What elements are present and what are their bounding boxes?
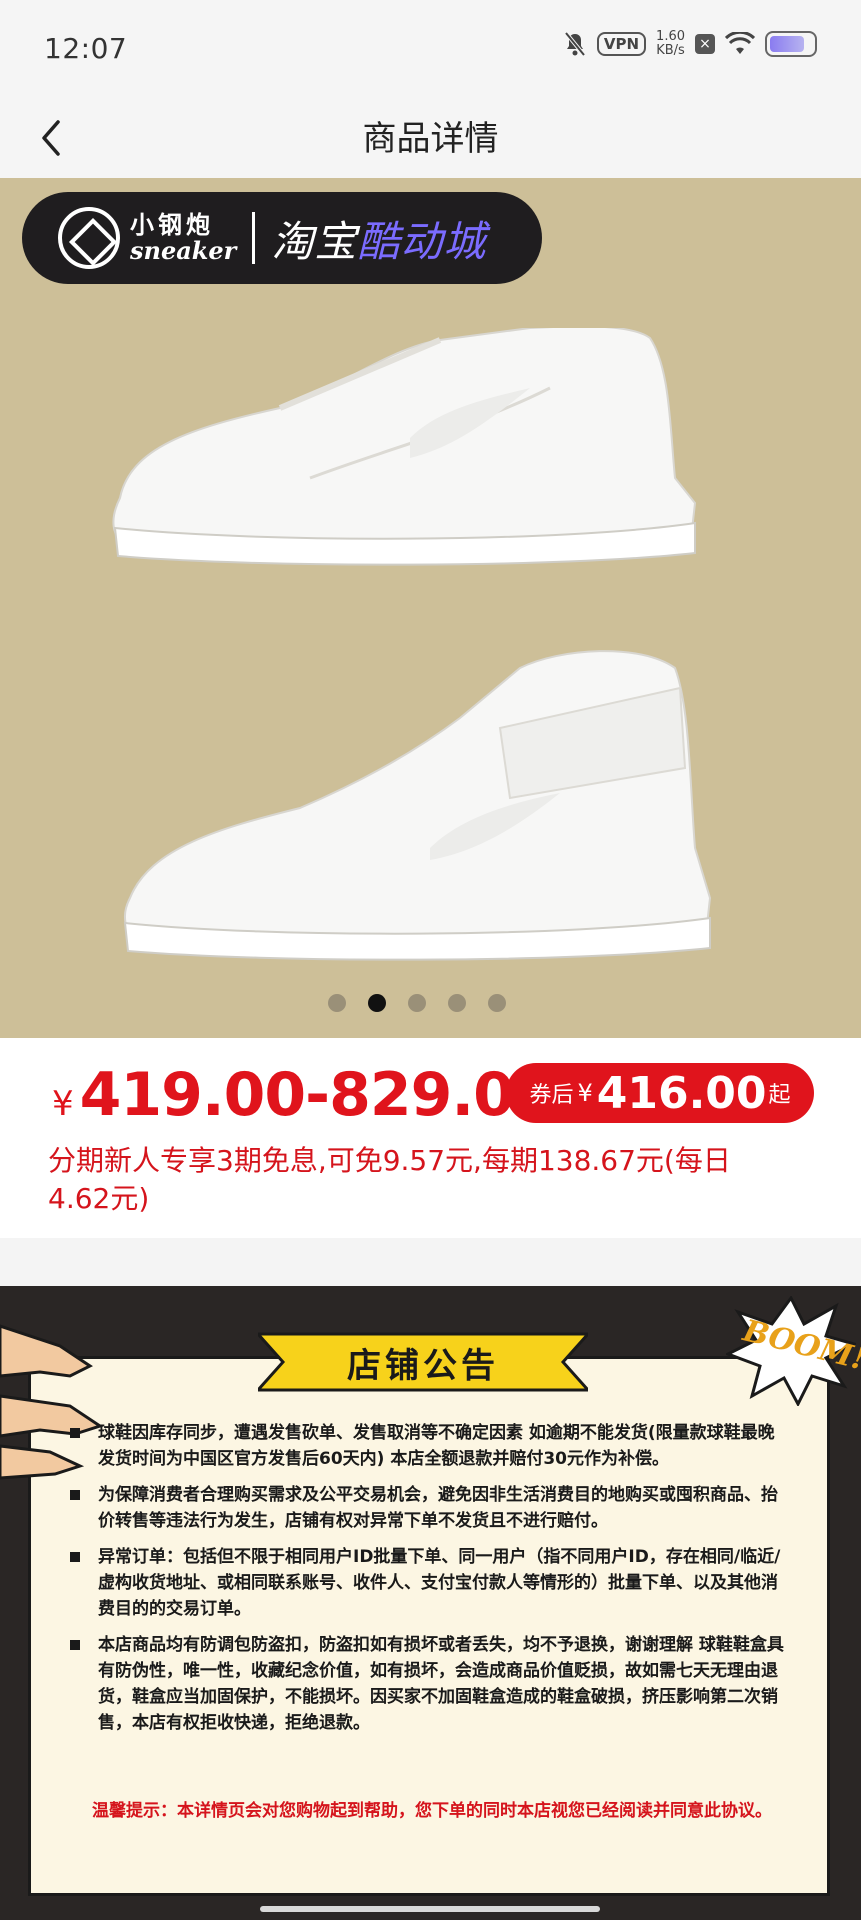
vpn-badge: VPN <box>596 32 647 56</box>
price-section: ¥ 419.00-829.00 券后 ¥ 416.00 起 分期新人专享3期免息… <box>0 1038 861 1238</box>
coupon-value: 416.00 <box>596 1067 767 1119</box>
section-gap <box>0 1238 861 1286</box>
shop-name-prefix: 淘宝 <box>271 216 358 266</box>
coupon-price-badge[interactable]: 券后 ¥ 416.00 起 <box>506 1063 814 1123</box>
price-range: ¥ 419.00-829.00 <box>52 1060 556 1130</box>
notice-title-ribbon: 店铺公告 <box>258 1326 588 1398</box>
brand-name: 小钢炮 sneaker <box>130 212 236 264</box>
sneaker-low-image <box>112 328 697 566</box>
notification-x-icon: × <box>695 34 715 54</box>
brand-name-cn: 小钢炮 <box>130 211 214 239</box>
shop-name: 淘宝酷动城 <box>271 208 486 269</box>
banner-divider <box>252 212 256 264</box>
page-title: 商品详情 <box>362 119 499 159</box>
gallery-pagination <box>0 994 847 1012</box>
status-time: 12:07 <box>44 32 128 65</box>
notice-title: 店铺公告 <box>347 1345 499 1386</box>
status-icons: VPN 1.60 KB/s × <box>563 30 817 58</box>
status-bar: 12:07 VPN 1.60 KB/s × <box>0 0 861 100</box>
price-currency: ¥ <box>52 1084 74 1124</box>
coupon-label: 券后 <box>529 1083 574 1108</box>
notice-item: 球鞋因库存同步，遭遇发售砍单、发售取消等不确定因素 如逾期不能发货(限量款球鞋最… <box>68 1420 788 1472</box>
gallery-dot[interactable] <box>407 994 426 1012</box>
gallery-dot[interactable] <box>327 994 346 1012</box>
wifi-icon <box>725 32 755 54</box>
net-speed: 1.60 KB/s <box>656 30 685 58</box>
boom-burst-icon: BOOM! <box>726 1296 861 1406</box>
price-range-value: 419.00-829.00 <box>79 1060 556 1130</box>
back-arrow-icon[interactable] <box>30 112 80 162</box>
notice-list: 球鞋因库存同步，遭遇发售砍单、发售取消等不确定因素 如逾期不能发货(限量款球鞋最… <box>68 1420 788 1746</box>
notice-item: 异常订单：包括但不限于相同用户ID批量下单、同一用户（指不同用户ID，存在相同/… <box>68 1544 788 1622</box>
brand-name-en: sneaker <box>130 236 237 265</box>
warm-tip: 温馨提示：本详情页会对您购物起到帮助，您下单的同时本店视您已经阅读并同意此协议。 <box>92 1801 772 1821</box>
battery-icon <box>765 31 817 57</box>
home-indicator[interactable] <box>260 1906 600 1912</box>
shop-name-highlight: 酷动城 <box>357 216 487 266</box>
gallery-dot[interactable] <box>487 994 506 1012</box>
store-notice-image: 店铺公告 BOOM! 球鞋因库存同步，遭遇发售砍单、发售取消等不确定因素 如逾期… <box>0 1286 861 1920</box>
notice-item: 为保障消费者合理购买需求及公平交易机会，避免因非生活消费目的地购买或囤积商品、抬… <box>68 1482 788 1534</box>
net-speed-value: 1.60 <box>656 29 685 44</box>
shop-banner: 小钢炮 sneaker 淘宝酷动城 <box>22 192 542 284</box>
product-image-gallery[interactable]: 小钢炮 sneaker 淘宝酷动城 <box>0 178 861 1038</box>
net-speed-unit: KB/s <box>656 43 685 58</box>
gallery-dot-active[interactable] <box>367 994 386 1012</box>
mute-bell-icon <box>564 31 586 57</box>
notice-item: 本店商品均有防调包防盗扣，防盗扣如有损坏或者丢失，均不予退换，谢谢理解 球鞋鞋盒… <box>68 1632 788 1736</box>
installment-info[interactable]: 分期新人专享3期免息,可免9.57元,每期138.67元(每日4.62元) <box>48 1142 788 1218</box>
nav-bar: 商品详情 <box>0 100 861 178</box>
shop-logo-icon <box>58 207 120 269</box>
coupon-suffix: 起 <box>768 1083 791 1108</box>
gallery-dot[interactable] <box>447 994 466 1012</box>
coupon-currency: ¥ <box>577 1079 593 1107</box>
sneaker-high-image <box>123 650 712 961</box>
